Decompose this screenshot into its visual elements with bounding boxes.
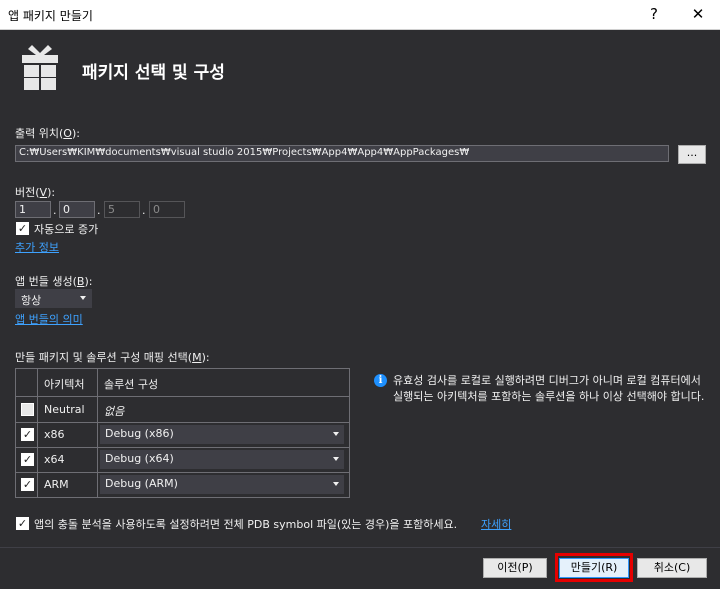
- grid-divider: [97, 369, 98, 497]
- chevron-down-icon: [333, 432, 339, 436]
- arch-x64: x64: [44, 453, 65, 466]
- grid-divider: [37, 369, 38, 497]
- output-location-label: 출력 위치(O):: [15, 127, 80, 140]
- output-path-input[interactable]: C:₩Users₩KIM₩documents₩visual studio 201…: [15, 145, 669, 162]
- app-bundle-select[interactable]: 항상: [15, 289, 92, 308]
- row-checkbox-x86[interactable]: ✓: [21, 428, 34, 441]
- config-neutral: 없음: [104, 405, 125, 418]
- footer-divider: [0, 547, 720, 548]
- version-separator: .: [53, 204, 57, 217]
- version-build-input: 5: [104, 201, 140, 218]
- arch-neutral: Neutral: [44, 403, 85, 416]
- create-button-highlight: [555, 553, 633, 582]
- config-value-arm: Debug (ARM): [105, 477, 178, 490]
- dialog-header: 패키지 선택 및 구성: [0, 30, 720, 103]
- chevron-down-icon: [80, 296, 86, 300]
- config-select-x64[interactable]: Debug (x64): [100, 450, 344, 469]
- previous-button[interactable]: 이전(P): [483, 558, 547, 578]
- chevron-down-icon: [333, 482, 339, 486]
- app-bundle-meaning-link[interactable]: 앱 번들의 의미: [15, 311, 83, 327]
- grid-divider: [16, 422, 349, 423]
- cancel-button[interactable]: 취소(C): [637, 558, 707, 578]
- config-value-x86: Debug (x86): [105, 427, 174, 440]
- version-separator: .: [142, 204, 146, 217]
- window-title: 앱 패키지 만들기: [8, 9, 93, 23]
- crash-analysis-label: 앱의 충돌 분석을 사용하도록 설정하려면 전체 PDB symbol 파일(있…: [34, 518, 458, 531]
- title-bar: 앱 패키지 만들기 ? ✕: [0, 0, 720, 30]
- grid-divider: [16, 396, 349, 397]
- header-title: 패키지 선택 및 구성: [82, 63, 225, 83]
- auto-increment-label: 자동으로 증가: [34, 223, 99, 236]
- arch-x86: x86: [44, 428, 65, 441]
- help-button[interactable]: ?: [632, 0, 676, 30]
- version-major-input[interactable]: 1: [15, 201, 51, 218]
- config-select-x86[interactable]: Debug (x86): [100, 425, 344, 444]
- arch-arm: ARM: [44, 478, 69, 491]
- version-separator: .: [97, 204, 101, 217]
- column-header-architecture: 아키텍처: [44, 378, 85, 391]
- info-icon: i: [374, 374, 387, 387]
- info-text: 유효성 검사를 로컬로 실행하려면 디버그가 아니며 로컬 컴퓨터에서 실행되는…: [393, 374, 705, 403]
- config-select-arm[interactable]: Debug (ARM): [100, 475, 344, 494]
- crash-analysis-checkbox[interactable]: ✓: [16, 517, 29, 530]
- row-checkbox-arm[interactable]: ✓: [21, 478, 34, 491]
- more-info-link[interactable]: 추가 정보: [15, 239, 59, 255]
- grid-divider: [16, 447, 349, 448]
- app-bundle-value: 항상: [21, 294, 42, 307]
- chevron-down-icon: [333, 457, 339, 461]
- close-button[interactable]: ✕: [676, 0, 720, 30]
- row-checkbox-neutral[interactable]: [21, 403, 34, 416]
- package-mapping-grid: 아키텍처 솔루션 구성 Neutral 없음 ✓ x86 Debug (x86)…: [15, 368, 350, 498]
- column-header-config: 솔루션 구성: [104, 378, 159, 391]
- config-value-x64: Debug (x64): [105, 452, 174, 465]
- grid-divider: [16, 472, 349, 473]
- version-revision-input: 0: [149, 201, 185, 218]
- learn-more-link[interactable]: 자세히: [481, 516, 511, 532]
- row-checkbox-x64[interactable]: ✓: [21, 453, 34, 466]
- version-label: 버전(V):: [15, 186, 56, 199]
- version-minor-input[interactable]: 0: [59, 201, 95, 218]
- app-bundle-label: 앱 번들 생성(B):: [15, 275, 93, 288]
- package-mapping-label: 만들 패키지 및 솔루션 구성 매핑 선택(M):: [15, 351, 210, 364]
- package-gift-icon: [22, 45, 58, 90]
- browse-button[interactable]: ...: [678, 145, 706, 164]
- auto-increment-checkbox[interactable]: ✓: [16, 222, 29, 235]
